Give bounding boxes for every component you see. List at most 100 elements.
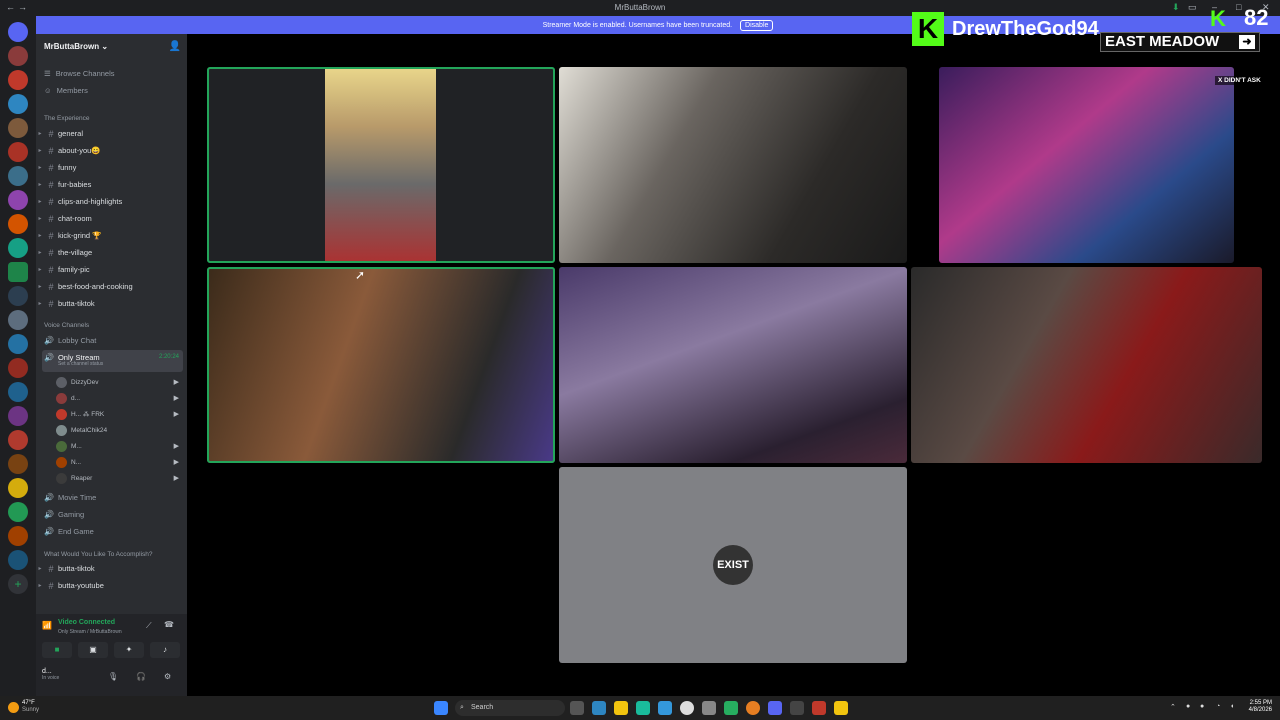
channel-item[interactable]: ▸ # general: [36, 126, 187, 141]
channel-item[interactable]: ▸ # clips-and-highlights: [36, 194, 187, 209]
category-header[interactable]: Voice Channels: [44, 322, 89, 329]
server-icon[interactable]: [8, 46, 28, 66]
server-icon[interactable]: [8, 406, 28, 426]
maximize-icon[interactable]: □: [1236, 2, 1241, 12]
clock[interactable]: 2:55 PM 4/8/2026: [1249, 700, 1272, 714]
channel-item[interactable]: ▸ # kick-grind 🏆: [36, 228, 187, 243]
server-icon[interactable]: [8, 142, 28, 162]
chrome-icon[interactable]: [746, 701, 760, 715]
app-icon[interactable]: [834, 701, 848, 715]
search-input[interactable]: ⌕ Search: [455, 700, 565, 716]
channel-item[interactable]: ▸ # fur-babies: [36, 177, 187, 192]
voice-member[interactable]: d... ▶: [56, 390, 183, 406]
invite-icon[interactable]: 👤: [169, 41, 181, 52]
video-tile[interactable]: [911, 267, 1262, 463]
weather-icon[interactable]: [8, 702, 19, 713]
channel-item[interactable]: ▸ # funny: [36, 160, 187, 175]
video-tile[interactable]: [939, 67, 1234, 263]
screen-share-button[interactable]: ▣: [78, 642, 108, 658]
download-icon[interactable]: ⬇: [1172, 2, 1180, 13]
user-info[interactable]: d... In voice: [42, 668, 59, 681]
video-tile[interactable]: [559, 267, 907, 463]
server-icon[interactable]: [8, 502, 28, 522]
server-icon[interactable]: [8, 478, 28, 498]
voice-member[interactable]: H... ⁂ FRK ▶: [56, 406, 183, 422]
server-icon[interactable]: [8, 382, 28, 402]
xbox-icon[interactable]: [724, 701, 738, 715]
app-icon[interactable]: [702, 701, 716, 715]
voice-member[interactable]: N... ▶: [56, 454, 183, 470]
voice-channel-lobby[interactable]: 🔊 Lobby Chat: [42, 333, 183, 348]
server-icon[interactable]: [8, 166, 28, 186]
start-icon[interactable]: [434, 701, 448, 715]
channel-item[interactable]: ▸ # butta-tiktok: [36, 296, 187, 311]
voice-channel[interactable]: 🔊 End Game: [42, 524, 183, 539]
home-icon[interactable]: [8, 22, 28, 42]
channel-item[interactable]: ▸ # butta-youtube: [36, 578, 187, 593]
voice-member[interactable]: DizzyDev ▶: [56, 374, 183, 390]
voice-member[interactable]: MetalChik24: [56, 422, 183, 438]
server-icon[interactable]: [8, 94, 28, 114]
weather-widget[interactable]: 47°F Sunny: [22, 700, 39, 714]
task-view-icon[interactable]: [570, 701, 584, 715]
video-tile[interactable]: EXIST: [559, 467, 907, 663]
file-explorer-icon[interactable]: [614, 701, 628, 715]
inbox-icon[interactable]: ▭: [1188, 2, 1197, 13]
nav-members[interactable]: ☺ Members: [44, 86, 88, 95]
category-header[interactable]: What Would You Like To Accomplish?: [44, 551, 153, 558]
app-icon[interactable]: [658, 701, 672, 715]
channel-item[interactable]: ▸ # family-pic: [36, 262, 187, 277]
tray-app-icon[interactable]: ●: [1200, 703, 1204, 710]
app-icon[interactable]: [680, 701, 694, 715]
server-icon[interactable]: [8, 286, 28, 306]
channel-item[interactable]: ▸ # best-food-and-cooking: [36, 279, 187, 294]
server-icon[interactable]: [8, 238, 28, 258]
server-icon[interactable]: [8, 550, 28, 570]
store-icon[interactable]: [636, 701, 650, 715]
settings-icon[interactable]: ⚙: [164, 672, 171, 681]
server-name[interactable]: MrButtaBrown ⌄: [44, 42, 108, 51]
wifi-icon[interactable]: ◔: [1216, 703, 1220, 710]
server-icon[interactable]: [8, 430, 28, 450]
channel-status[interactable]: Set a channel status: [58, 361, 103, 367]
voice-channel[interactable]: 🔊 Gaming: [42, 507, 183, 522]
voice-member[interactable]: Reaper ▶: [56, 470, 183, 486]
channel-item[interactable]: ▸ # about-you😀: [36, 143, 187, 158]
tray-chevron-icon[interactable]: ⌃: [1170, 703, 1176, 711]
voice-channel[interactable]: 🔊 Movie Time: [42, 490, 183, 505]
voice-status-sub[interactable]: Only Stream / MrButtaBrown: [58, 629, 122, 635]
tray-app-icon[interactable]: ●: [1186, 703, 1190, 710]
headset-icon[interactable]: 🎧: [136, 672, 146, 681]
app-icon[interactable]: [812, 701, 826, 715]
disconnect-icon[interactable]: ☎: [164, 620, 174, 629]
channel-item[interactable]: ▸ # chat-room: [36, 211, 187, 226]
nav-browse-channels[interactable]: ☰ Browse Channels: [44, 69, 115, 78]
server-icon[interactable]: [8, 334, 28, 354]
voice-channel-active[interactable]: 🔊 Only Stream 2:20:24 Set a channel statu…: [42, 350, 183, 372]
discord-icon[interactable]: [768, 701, 782, 715]
server-icon[interactable]: [8, 214, 28, 234]
server-icon[interactable]: [8, 526, 28, 546]
server-icon[interactable]: [8, 190, 28, 210]
edge-icon[interactable]: [592, 701, 606, 715]
channel-item[interactable]: ▸ # the-village: [36, 245, 187, 260]
server-icon[interactable]: [8, 118, 28, 138]
voice-member[interactable]: M... ▶: [56, 438, 183, 454]
volume-icon[interactable]: ◖: [1230, 703, 1234, 710]
server-icon[interactable]: [8, 262, 28, 282]
disable-button[interactable]: Disable: [740, 20, 774, 31]
server-icon[interactable]: [8, 454, 28, 474]
add-server-icon[interactable]: +: [8, 574, 28, 594]
category-header[interactable]: The Experience: [44, 115, 90, 122]
video-tile[interactable]: [559, 67, 907, 263]
server-icon[interactable]: [8, 310, 28, 330]
server-icon[interactable]: [8, 70, 28, 90]
camera-button[interactable]: ■: [42, 642, 72, 658]
channel-item[interactable]: ▸ # butta-tiktok: [36, 561, 187, 576]
server-icon[interactable]: [8, 358, 28, 378]
video-tile[interactable]: [207, 267, 555, 463]
signal-icon[interactable]: 📶: [42, 621, 52, 630]
soundboard-button[interactable]: ♪: [150, 642, 180, 658]
noise-suppression-icon[interactable]: ⟋: [146, 621, 152, 631]
mic-icon[interactable]: 🎙: [108, 672, 118, 681]
